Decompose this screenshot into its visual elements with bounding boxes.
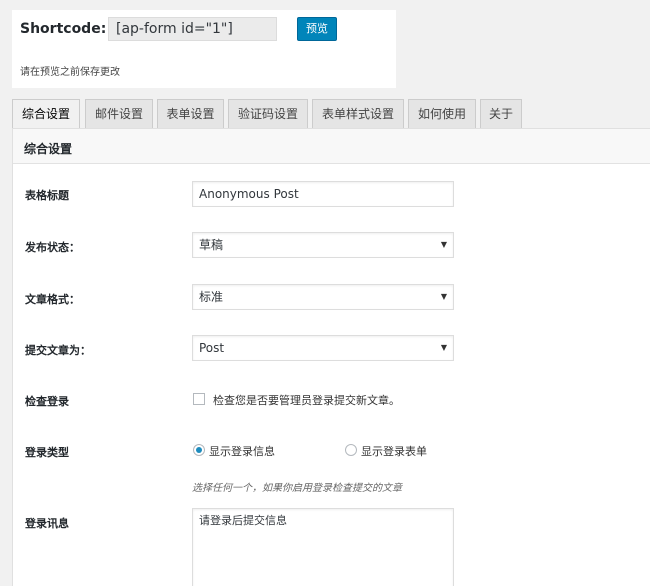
- tab-form[interactable]: 表单设置: [157, 99, 224, 128]
- submit-as-value: Post: [199, 341, 225, 355]
- login-check-label: 检查登录: [25, 395, 69, 408]
- preview-button[interactable]: 预览: [297, 17, 337, 41]
- radio-show-login-form[interactable]: [345, 444, 357, 456]
- tab-about[interactable]: 关于: [480, 99, 522, 128]
- radio-show-login-form-label: 显示登录表单: [361, 445, 427, 458]
- chevron-down-icon: ▼: [440, 343, 447, 352]
- login-type-label: 登录类型: [25, 446, 69, 459]
- tab-captcha[interactable]: 验证码设置: [228, 99, 308, 128]
- form-title-label: 表格标题: [25, 189, 69, 202]
- post-status-select[interactable]: 草稿 ▼: [192, 232, 454, 258]
- shortcode-box: Shortcode: [ap-form id="1"] 预览 请在预览之前保存更…: [12, 10, 396, 88]
- tab-email[interactable]: 邮件设置: [85, 99, 153, 128]
- panel-title: 综合设置: [24, 142, 73, 156]
- login-type-hint: 选择任何一个，如果你启用登录检查提交的文章: [192, 483, 402, 494]
- radio-show-login-info[interactable]: [193, 444, 205, 456]
- post-format-select[interactable]: 标准 ▼: [192, 284, 454, 310]
- post-status-label: 发布状态：: [25, 241, 80, 254]
- radio-show-login-info-label: 显示登录信息: [209, 445, 275, 458]
- login-check-checkbox[interactable]: [193, 393, 205, 405]
- panel-header: 综合设置: [13, 129, 650, 164]
- chevron-down-icon: ▼: [440, 240, 447, 249]
- submit-as-select[interactable]: Post ▼: [192, 335, 454, 361]
- post-status-value: 草稿: [199, 238, 224, 252]
- shortcode-label: Shortcode:: [20, 21, 107, 37]
- chevron-down-icon: ▼: [440, 292, 447, 301]
- tab-general[interactable]: 综合设置: [12, 99, 80, 129]
- tab-how-to-use[interactable]: 如何使用: [408, 99, 476, 128]
- login-message-textarea[interactable]: 请登录后提交信息: [192, 508, 454, 586]
- save-before-preview-note: 请在预览之前保存更改: [20, 67, 120, 78]
- form-title-input[interactable]: Anonymous Post: [192, 181, 454, 207]
- tab-form-style[interactable]: 表单样式设置: [312, 99, 404, 128]
- post-format-label: 文章格式：: [25, 293, 80, 306]
- login-check-description: 检查您是否要管理员登录提交新文章。: [213, 394, 400, 407]
- login-message-label: 登录讯息: [25, 517, 69, 530]
- submit-as-label: 提交文章为：: [25, 344, 91, 357]
- general-settings-panel: 综合设置 表格标题 Anonymous Post 发布状态： 草稿 ▼ 文章格式…: [12, 128, 650, 586]
- post-format-value: 标准: [199, 290, 224, 304]
- shortcode-input[interactable]: [ap-form id="1"]: [108, 17, 277, 41]
